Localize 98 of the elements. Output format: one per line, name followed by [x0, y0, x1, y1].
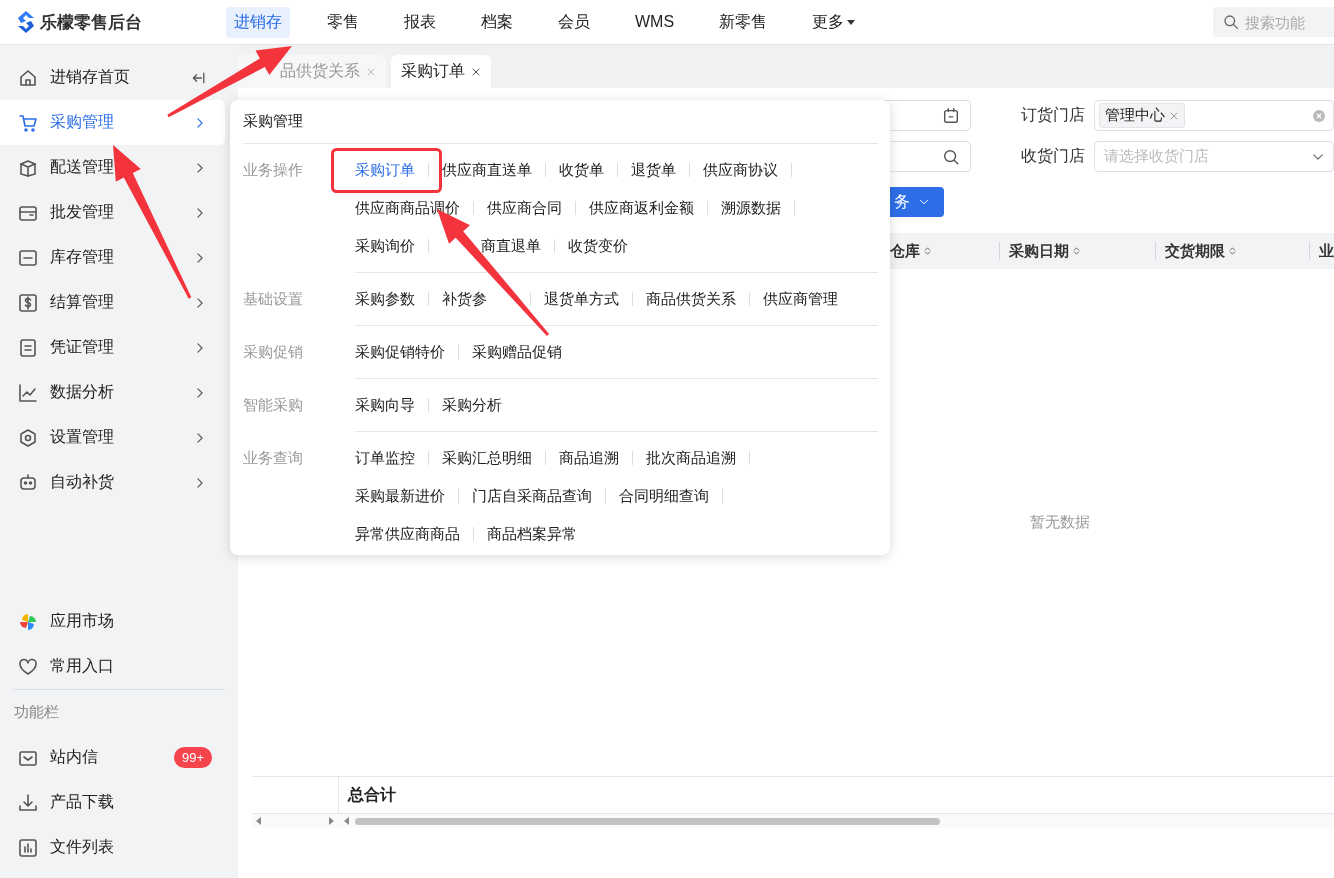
menu-link[interactable]: 门店自采商品查询 [472, 486, 592, 506]
menu-link[interactable]: 采购向导 [355, 395, 415, 415]
field-label: 收货门店 [1021, 146, 1085, 166]
section-label: 功能栏 [14, 703, 59, 722]
nav-tab[interactable]: WMS [627, 6, 683, 38]
sidebar-item[interactable]: 数据分析 [0, 370, 225, 415]
menu-title: 采购管理 [243, 112, 303, 131]
menu-link[interactable]: 供应商协议 [703, 160, 778, 180]
group-label: 采购促销 [243, 342, 303, 362]
sidebar-item[interactable]: 结算管理 [0, 280, 225, 325]
hexagon-icon [18, 427, 38, 448]
calendar-icon [942, 106, 960, 125]
sidebar-item[interactable]: 设置管理 [0, 415, 225, 460]
column-header[interactable]: 交货期限 [1165, 241, 1226, 261]
menu-link[interactable]: 供应商返利金额 [589, 198, 694, 218]
menu-link[interactable]: 供应商合同 [487, 198, 562, 218]
page-tab[interactable]: 采购订单 [390, 55, 491, 88]
group-label: 智能采购 [243, 395, 303, 415]
nav-tab[interactable]: 更多 [804, 6, 864, 38]
close-icon [470, 66, 481, 77]
search-field[interactable]: 搜索功能 [1213, 7, 1334, 37]
total-label: 总合计 [346, 784, 396, 805]
caret-icon [847, 19, 856, 25]
sidebar-item[interactable]: 库存管理 [0, 235, 225, 280]
column-header[interactable]: 采购日期 [1009, 241, 1070, 261]
heart-icon [18, 656, 38, 677]
menu-link[interactable]: 商品供货关系 [646, 289, 736, 309]
menu-link[interactable]: 收货单 [559, 160, 604, 180]
sidebar-item[interactable]: 凭证管理 [0, 325, 225, 370]
menu-link[interactable]: 采购促销特价 [355, 342, 445, 362]
line-chart-icon [18, 382, 38, 403]
sidebar-item[interactable]: 自动补货 [0, 460, 225, 505]
dollar-icon [18, 292, 38, 313]
document-icon [18, 337, 38, 358]
menu-link[interactable]: 采购汇总明细 [442, 448, 532, 468]
sort-icon [923, 244, 932, 258]
group-label: 业务查询 [243, 448, 303, 468]
group-label: 基础设置 [243, 289, 303, 309]
sidebar-item[interactable]: 批发管理 [0, 190, 225, 235]
box-icon [18, 247, 38, 268]
robot-icon [18, 472, 38, 493]
sort-icon [1228, 244, 1238, 258]
logo-icon [17, 11, 35, 33]
sidebar-item[interactable]: 常用入口 [0, 644, 225, 689]
menu-link[interactable]: 异常供应商商品 [355, 524, 460, 544]
menu-link[interactable]: 溯源数据 [721, 198, 781, 218]
cart-icon [18, 112, 38, 133]
menu-link[interactable]: 商品档案异常 [487, 524, 577, 544]
menu-link[interactable]: 供应商管理 [763, 289, 838, 309]
close-icon [365, 66, 376, 77]
scrollbar[interactable] [252, 814, 1334, 828]
menu-link[interactable]: 采购询价 [355, 236, 415, 256]
column-header[interactable]: 仓库 [890, 241, 920, 261]
app-title: 乐檬零售后台 [40, 11, 142, 34]
bar-chart-icon [18, 837, 38, 858]
menu-link[interactable]: 采购分析 [442, 395, 502, 415]
sidebar-item[interactable]: 进销存首页 [0, 55, 225, 100]
column-header[interactable]: 业 [1319, 241, 1334, 261]
download-icon [18, 792, 38, 813]
empty-text: 暂无数据 [1030, 513, 1090, 532]
sort-icon [1072, 244, 1082, 258]
count-badge: 99+ [173, 747, 212, 768]
menu-link[interactable]: 补货参 [442, 289, 517, 309]
nav-tab[interactable]: 会员 [550, 6, 598, 38]
menu-link[interactable]: 退货单方式 [544, 289, 619, 309]
menu-link[interactable]: 合同明细查询 [619, 486, 709, 506]
sidebar-item[interactable]: 文件列表 [0, 825, 225, 870]
nav-tab[interactable]: 档案 [473, 6, 521, 38]
pinwheel-icon [18, 611, 38, 632]
menu-link[interactable]: 采购最新进价 [355, 486, 445, 506]
menu-link[interactable]: 批次商品追溯 [646, 448, 736, 468]
nav-tab[interactable]: 进销存 [226, 6, 290, 38]
menu-link[interactable]: 订单监控 [355, 448, 415, 468]
package-icon [18, 157, 38, 178]
sidebar-item[interactable]: 应用市场 [0, 599, 225, 644]
menu-link[interactable]: 采购参数 [355, 289, 415, 309]
menu-link[interactable]: 采购订单 [355, 160, 415, 180]
close-icon [1169, 110, 1179, 121]
menu-link[interactable]: 收货变价 [568, 236, 628, 256]
sidebar-item[interactable]: 配送管理 [0, 145, 225, 190]
select-field[interactable]: 管理中心 [1094, 100, 1334, 131]
menu-link[interactable]: 供应商直送单 [442, 160, 532, 180]
field-label: 订货门店 [1021, 105, 1085, 125]
sidebar-item[interactable]: 站内信 99+ [0, 735, 225, 780]
nav-tab[interactable]: 报表 [396, 6, 444, 38]
home-icon [18, 67, 38, 88]
nav-tab[interactable]: 新零售 [711, 6, 776, 38]
search-icon [942, 147, 960, 166]
menu-link[interactable]: 商品追溯 [559, 448, 619, 468]
store-tag: 管理中心 [1099, 103, 1185, 128]
nav-tab[interactable]: 零售 [319, 6, 367, 38]
clear-icon [1313, 109, 1325, 122]
sidebar-item[interactable]: 产品下载 [0, 780, 225, 825]
group-label: 业务操作 [243, 160, 303, 180]
menu-link[interactable]: 采购赠品促销 [472, 342, 562, 362]
sidebar-item[interactable]: 采购管理 [0, 100, 225, 145]
menu-link[interactable]: 退货单 [631, 160, 676, 180]
menu-link[interactable]: 商直退单 [442, 236, 541, 256]
